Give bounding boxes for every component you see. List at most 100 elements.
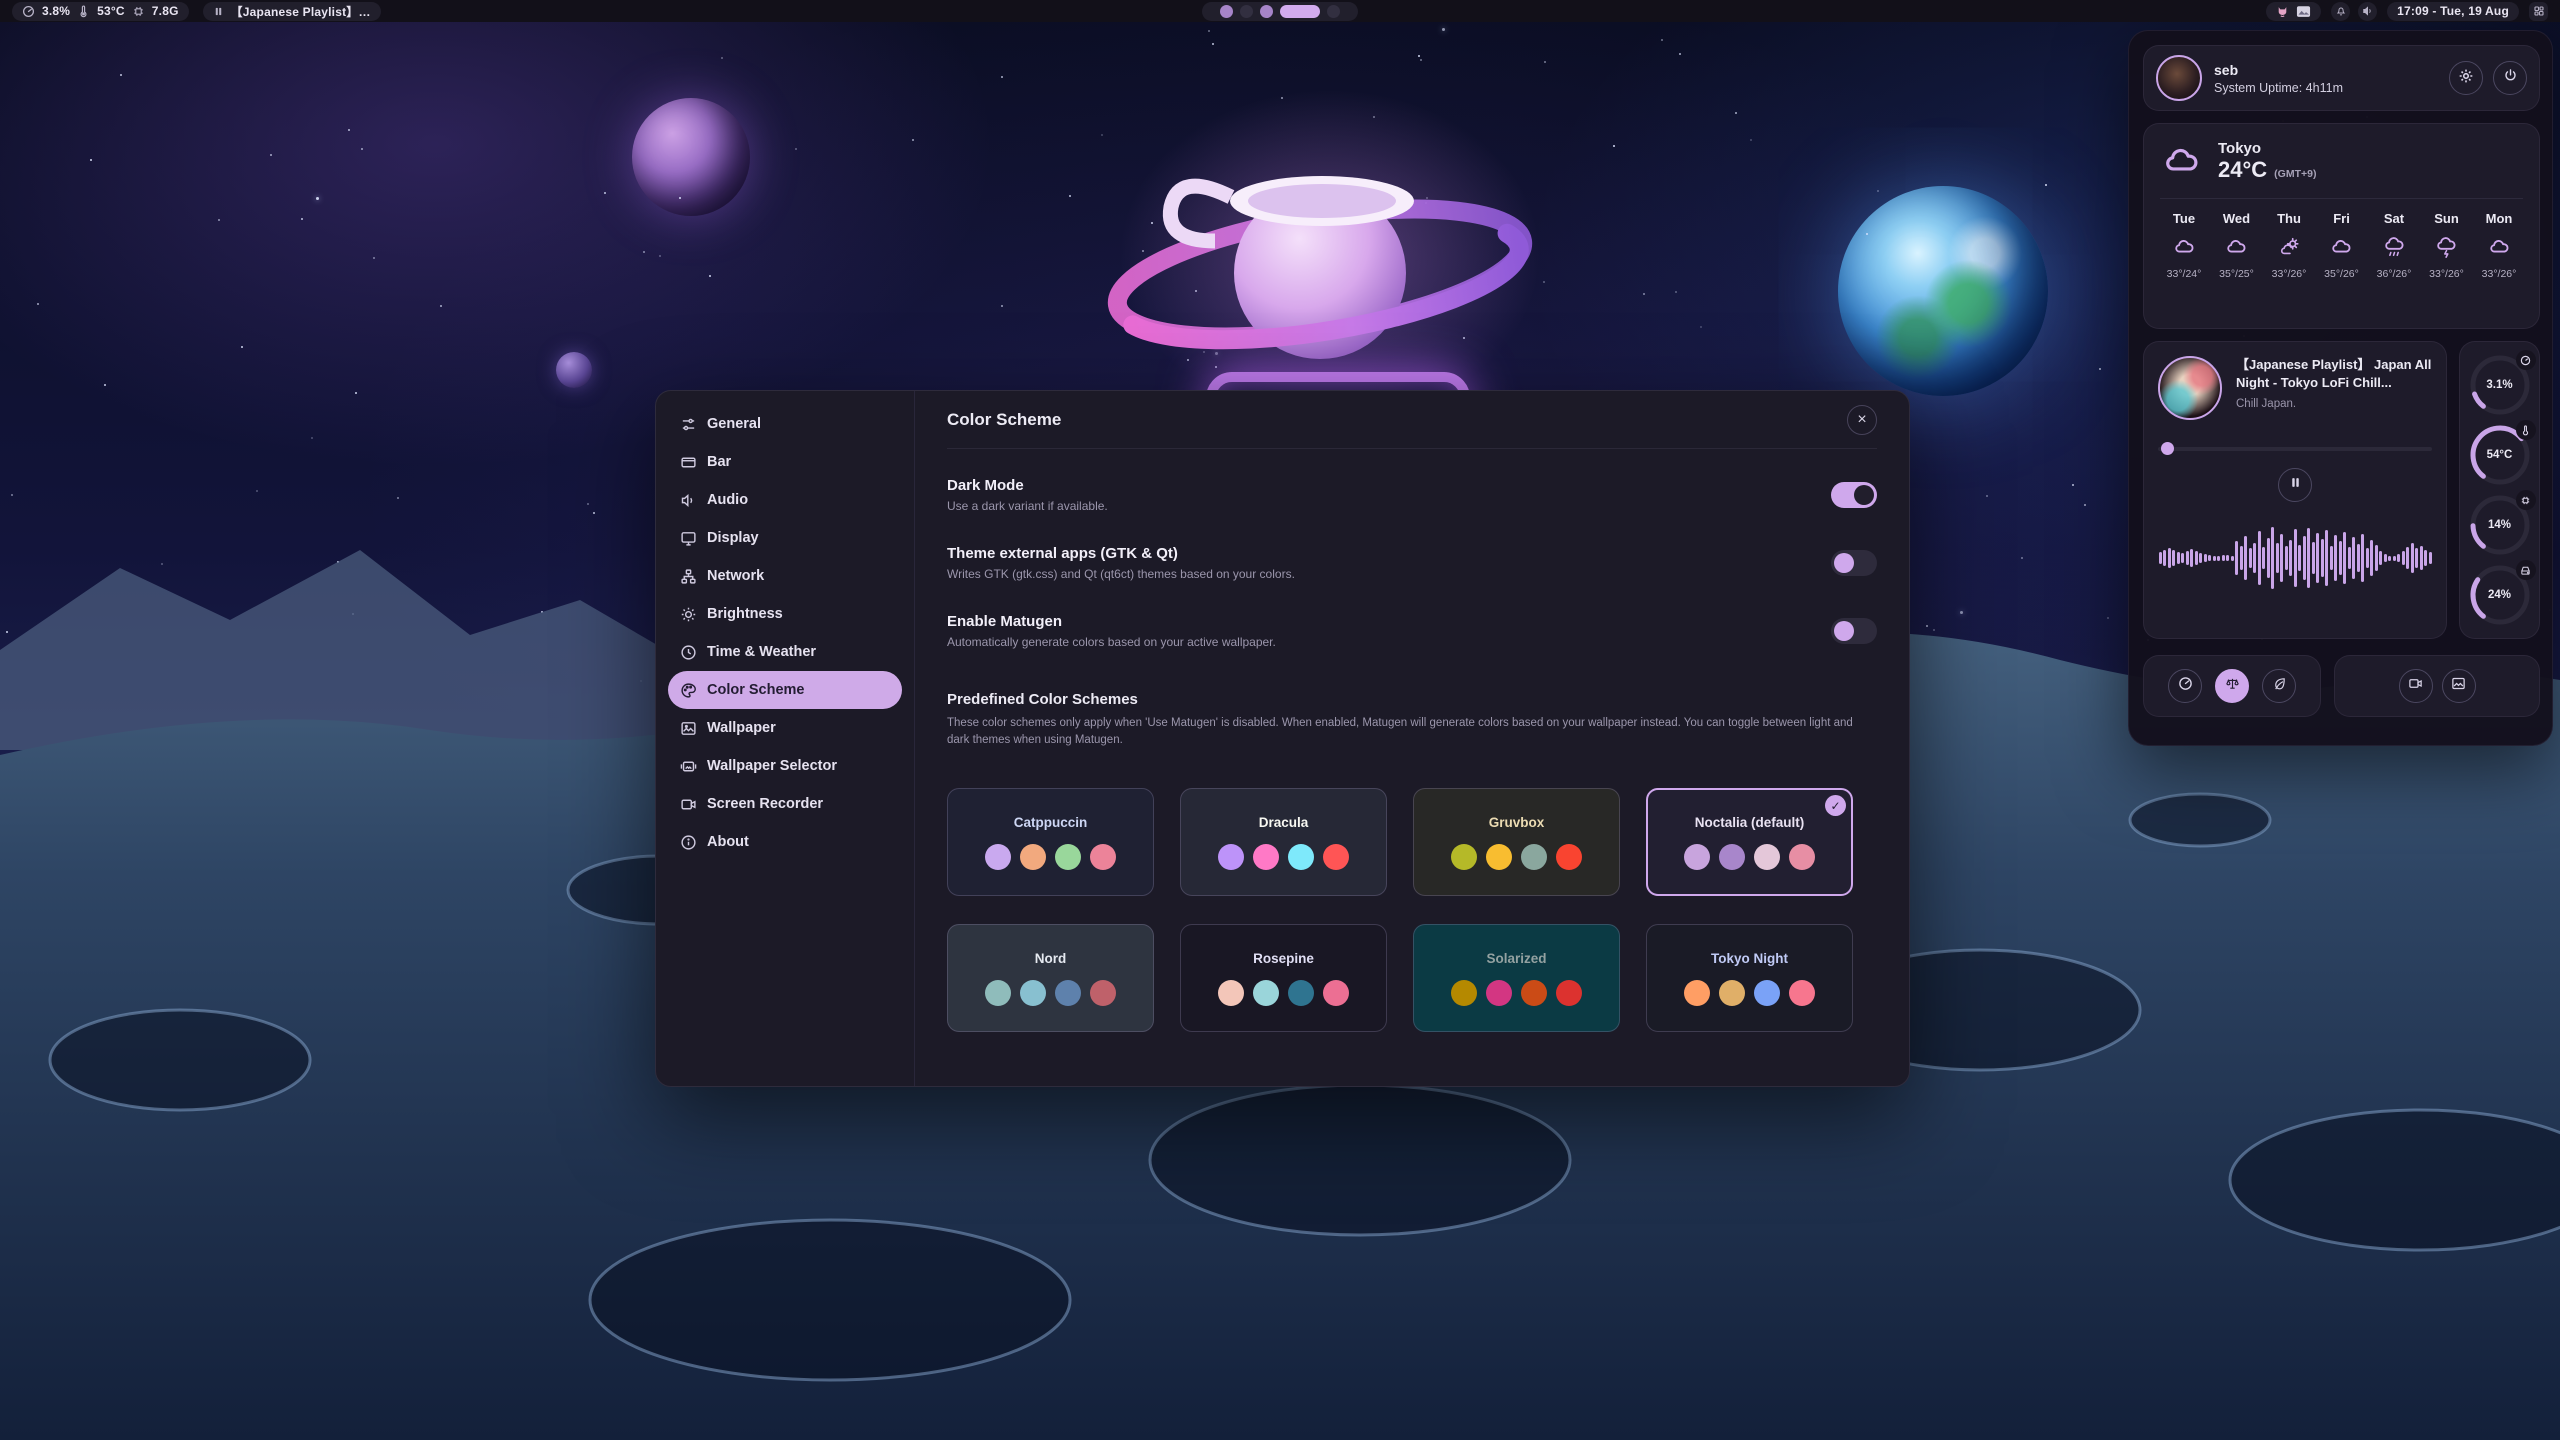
sidebar-item-screen-recorder[interactable]: Screen Recorder: [668, 785, 902, 823]
color-swatch: [1451, 844, 1477, 870]
sidebar-item-color-scheme[interactable]: Color Scheme: [668, 671, 902, 709]
color-swatch: [1020, 844, 1046, 870]
tray-app-icon[interactable]: [2276, 5, 2289, 18]
scheme-swatches: [1218, 844, 1349, 870]
scheme-card-noctalia-default[interactable]: ✓ Noctalia (default): [1646, 788, 1853, 896]
sidebar-item-display[interactable]: Display: [668, 519, 902, 557]
notifications-button[interactable]: [2331, 2, 2350, 21]
wallpaper-tray-icon[interactable]: [2296, 5, 2311, 18]
scheme-card-rosepine[interactable]: Rosepine: [1180, 924, 1387, 1032]
system-uptime: System Uptime: 4h11m: [2214, 81, 2449, 95]
sidebar-item-about[interactable]: About: [668, 823, 902, 861]
sidebar-item-network[interactable]: Network: [668, 557, 902, 595]
sidebar-item-general[interactable]: General: [668, 405, 902, 443]
close-icon: ×: [1857, 411, 1866, 429]
setting-description: Writes GTK (gtk.css) and Qt (qt6ct) them…: [947, 567, 1295, 581]
close-button[interactable]: ×: [1847, 405, 1877, 435]
play-pause-button[interactable]: [2278, 468, 2312, 502]
sidebar-item-wallpaper[interactable]: Wallpaper: [668, 709, 902, 747]
screen-record-button[interactable]: [2399, 669, 2433, 703]
scheme-card-gruvbox[interactable]: Gruvbox: [1413, 788, 1620, 896]
toggle-knob: [1834, 621, 1854, 641]
performance-profile-button[interactable]: [2168, 669, 2202, 703]
scheme-card-solarized[interactable]: Solarized: [1413, 924, 1620, 1032]
selected-check-badge: ✓: [1825, 795, 1846, 816]
media-pill[interactable]: 【Japanese Playlist】 J...: [203, 2, 381, 21]
media-progress-bar[interactable]: [2158, 442, 2432, 454]
settings-content: Color Scheme × Dark Mode Use a dark vari…: [915, 391, 1909, 1086]
color-swatch: [1323, 980, 1349, 1006]
scheme-swatches: [985, 844, 1116, 870]
image-icon: [2451, 676, 2466, 696]
memory-chip-icon: [132, 5, 145, 18]
scheme-swatches: [1218, 980, 1349, 1006]
scheme-card-dracula[interactable]: Dracula: [1180, 788, 1387, 896]
scheme-name: Rosepine: [1253, 951, 1314, 966]
matugen-toggle[interactable]: [1831, 618, 1877, 644]
page-title: Color Scheme: [947, 410, 1061, 430]
sidebar-item-label: Color Scheme: [707, 682, 805, 698]
info-icon: [680, 834, 697, 851]
color-swatch: [1055, 844, 1081, 870]
color-swatch: [1521, 844, 1547, 870]
balanced-profile-button[interactable]: [2215, 669, 2249, 703]
memory-usage: 7.8G: [152, 4, 179, 18]
scheme-card-catppuccin[interactable]: Catppuccin: [947, 788, 1154, 896]
eco-profile-button[interactable]: [2262, 669, 2296, 703]
scheme-card-tokyo-night[interactable]: Tokyo Night: [1646, 924, 1853, 1032]
workspace-dot-1[interactable]: [1220, 5, 1233, 18]
gauge-memory: 14%: [2468, 493, 2532, 557]
workspace-dot-4-active[interactable]: [1280, 5, 1320, 18]
setting-label: Theme external apps (GTK & Qt): [947, 545, 1295, 562]
progress-track: [2158, 447, 2432, 451]
speaker-icon: [2362, 5, 2374, 17]
wallpaper-button[interactable]: [2442, 669, 2476, 703]
workspace-dot-3[interactable]: [1260, 5, 1273, 18]
utility-buttons: [2334, 655, 2540, 717]
sidebar-item-label: Time & Weather: [707, 644, 816, 660]
sidebar-item-label: Wallpaper Selector: [707, 758, 837, 774]
sidebar-item-bar[interactable]: Bar: [668, 443, 902, 481]
clock-pill[interactable]: 17:09 - Tue, 19 Aug: [2387, 2, 2519, 21]
top-bar: 3.8% 53°C 7.8G 【Japanese Playlist】 J...: [0, 0, 2560, 22]
power-button[interactable]: [2493, 61, 2527, 95]
sidebar-item-audio[interactable]: Audio: [668, 481, 902, 519]
forecast-day: Sat 36°/26°: [2370, 211, 2418, 280]
sidebar-item-brightness[interactable]: Brightness: [668, 595, 902, 633]
settings-button[interactable]: [2449, 61, 2483, 95]
clock-icon: [680, 644, 697, 661]
sidebar-item-label: Screen Recorder: [707, 796, 823, 812]
color-swatch: [1288, 980, 1314, 1006]
app-launcher-button[interactable]: [2529, 2, 2548, 21]
speaker-icon: [680, 492, 697, 509]
volume-button[interactable]: [2358, 2, 2377, 21]
color-swatch: [985, 844, 1011, 870]
workspace-dot-2[interactable]: [1240, 5, 1253, 18]
system-stats-pill[interactable]: 3.8% 53°C 7.8G: [12, 2, 189, 21]
color-swatch: [1684, 980, 1710, 1006]
scheme-card-nord[interactable]: Nord: [947, 924, 1154, 1032]
color-swatch: [985, 980, 1011, 1006]
theme-external-toggle[interactable]: [1831, 550, 1877, 576]
video-camera-icon: [680, 796, 697, 813]
weather-icon: [2382, 234, 2407, 260]
sidebar-item-wallpaper-selector[interactable]: Wallpaper Selector: [668, 747, 902, 785]
scheme-name: Noctalia (default): [1695, 815, 1805, 830]
network-icon: [680, 568, 697, 585]
gauge-disk: 24%: [2468, 563, 2532, 627]
username: seb: [2214, 62, 2449, 78]
scheme-name: Nord: [1035, 951, 1067, 966]
bar-icon: [680, 454, 697, 471]
control-panel: seb System Uptime: 4h11m Tokyo 24°C (GMT…: [2128, 30, 2553, 746]
color-swatch: [1055, 980, 1081, 1006]
weather-temperature: 24°C: [2218, 157, 2267, 183]
progress-knob[interactable]: [2161, 442, 2174, 455]
sidebar-item-label: About: [707, 834, 749, 850]
weather-timezone: (GMT+9): [2274, 168, 2316, 180]
avatar: [2156, 55, 2202, 101]
dark-mode-toggle[interactable]: [1831, 482, 1877, 508]
workspace-dot-5[interactable]: [1327, 5, 1340, 18]
section-title: Predefined Color Schemes: [947, 691, 1877, 708]
pause-icon: [2289, 476, 2302, 494]
sidebar-item-time-weather[interactable]: Time & Weather: [668, 633, 902, 671]
